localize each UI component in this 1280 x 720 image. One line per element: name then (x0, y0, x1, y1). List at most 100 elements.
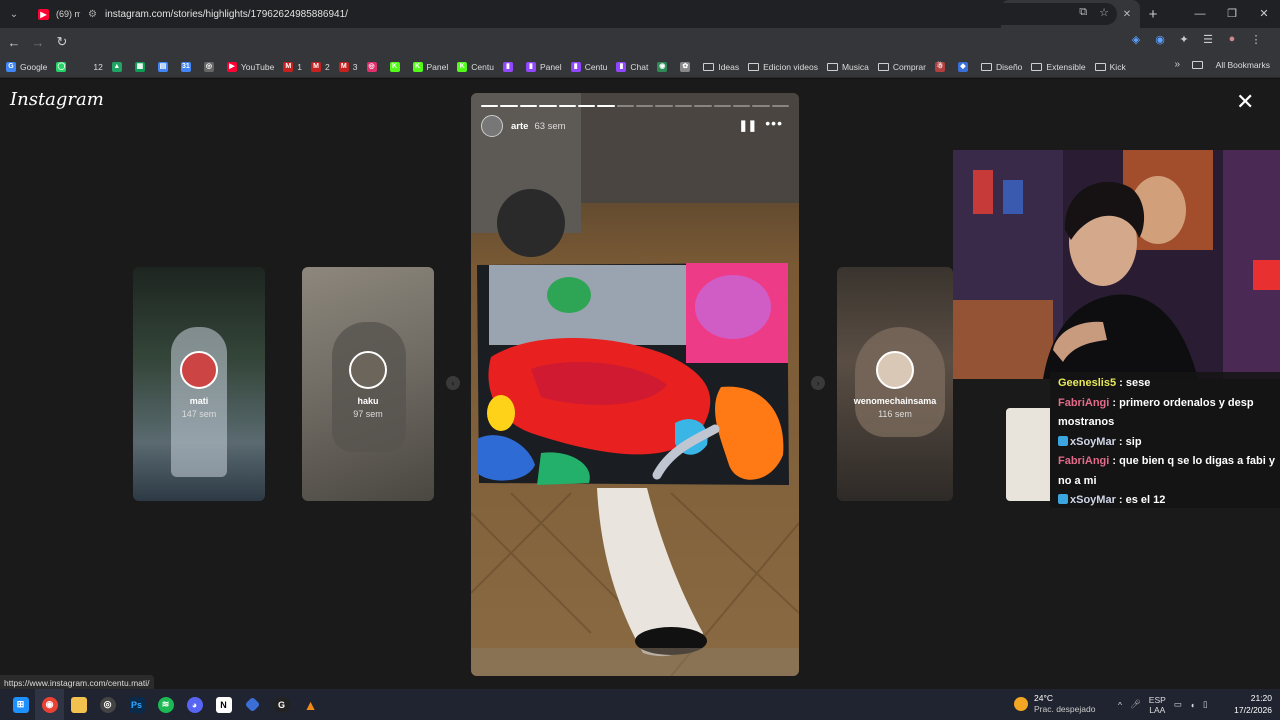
bookmark-item[interactable]: ▲ (111, 61, 126, 72)
previous-story-arrow[interactable]: ‹ (446, 376, 460, 390)
bookmark-item[interactable]: Musica (826, 61, 869, 72)
bookmark-item[interactable]: ▮ Panel (525, 61, 562, 72)
bookmark-item[interactable]: ◎ (203, 61, 218, 72)
side-story-haku[interactable]: haku 97 sem (302, 267, 434, 501)
taskbar-notion[interactable]: N (209, 689, 238, 720)
chat-message: xSoyMar : es el 12 (1058, 491, 1276, 511)
start-button[interactable]: ⊞ (6, 689, 35, 720)
taskbar-app-g[interactable]: G (267, 689, 296, 720)
bookmark-item[interactable]: ◉ (657, 61, 671, 72)
new-tab-button[interactable]: + (1140, 6, 1166, 23)
progress-segment (500, 105, 518, 107)
taskbar-obs[interactable]: ◎ (93, 689, 122, 720)
bookmark-item[interactable]: K (389, 61, 404, 72)
bookmark-label: Google (20, 61, 48, 72)
bookmark-item[interactable]: ▮ Chat (616, 61, 648, 72)
bookmark-item[interactable]: ✿ (680, 61, 694, 72)
bookmark-item[interactable]: Extensible (1031, 62, 1086, 72)
extensions-puzzle-icon[interactable]: ✦ (1172, 33, 1196, 46)
bookmark-item[interactable]: Comprar (877, 62, 926, 72)
bookmark-item[interactable]: ▤ (157, 61, 172, 72)
taskbar-app-diamond[interactable] (238, 689, 267, 720)
bookmark-item[interactable]: K Centu (457, 61, 494, 72)
bookmark-item[interactable]: ▦ (134, 61, 149, 72)
side-story-mati[interactable]: mati 147 sem (133, 267, 265, 501)
bookmark-item[interactable]: ▶ YouTube (226, 61, 274, 72)
bookmark-item[interactable]: ◎ (366, 61, 381, 72)
battery-icon[interactable]: ▯ (1203, 699, 1208, 710)
taskbar-explorer[interactable] (64, 689, 93, 720)
reload-button[interactable]: ↻ (50, 34, 74, 50)
restore-button[interactable]: ❐ (1216, 0, 1248, 28)
weather-desc: Prac. despejado (1034, 704, 1096, 714)
chat-separator: : (1115, 494, 1126, 506)
volume-icon[interactable]: ◖ (1190, 700, 1195, 710)
network-icon[interactable]: ▭ (1174, 699, 1182, 710)
tab-search-button[interactable]: ⌄ (0, 0, 28, 28)
bookmark-label: Kick (1109, 61, 1126, 72)
tab-close-icon[interactable]: ✕ (1120, 9, 1134, 20)
bookmark-favicon-icon: ✿ (680, 61, 691, 72)
minimize-button[interactable]: — (1184, 0, 1216, 28)
bookmark-item[interactable]: M2 (311, 61, 330, 72)
chrome-menu-icon[interactable]: ⋮ (1244, 33, 1268, 46)
bookmark-item[interactable]: Edicion videos (748, 62, 818, 72)
bookmark-item[interactable]: Ideas (703, 62, 739, 72)
bookmark-item[interactable]: ◯ (56, 61, 70, 72)
instagram-logo[interactable]: Instagram (10, 89, 104, 110)
bookmark-item[interactable]: 12 (79, 61, 103, 72)
tray-overflow-icon[interactable]: ^ (1118, 700, 1122, 710)
bookmark-item[interactable]: ▮ (502, 61, 517, 72)
bookmark-star-icon[interactable]: ☆ (1099, 6, 1109, 19)
bookmarks-overflow-icon[interactable]: » (1174, 59, 1180, 70)
close-window-button[interactable]: ✕ (1248, 0, 1280, 28)
microphone-icon[interactable]: 🎤︎ (1130, 699, 1141, 710)
bookmark-item[interactable]: ☃ (934, 61, 949, 72)
folder-icon (70, 696, 87, 713)
progress-segment (558, 105, 576, 107)
bookmark-item[interactable]: 31 (180, 61, 195, 72)
side-story-wenomechainsama[interactable]: wenomechainsama 116 sem (837, 267, 953, 501)
taskbar-discord[interactable]: ◕ (180, 689, 209, 720)
weather-widget[interactable]: 24°C Prac. despejado (1014, 693, 1095, 715)
bookmark-item[interactable]: Kick (1094, 61, 1126, 72)
bookmark-item[interactable]: ▮ Centu (570, 61, 607, 72)
bookmark-item[interactable]: K Panel (412, 61, 448, 72)
more-options-icon[interactable]: ••• (765, 115, 783, 131)
all-bookmarks-button[interactable]: All Bookmarks (1191, 60, 1270, 70)
chat-text: es el 12 (1125, 494, 1166, 506)
profile-avatar[interactable]: ● (1220, 33, 1244, 46)
extension-icon-2[interactable]: ◉ (1148, 33, 1172, 46)
bookmark-item[interactable]: Diseño (980, 62, 1022, 72)
story-author-name[interactable]: arte (511, 121, 528, 132)
next-story-arrow[interactable]: › (811, 376, 825, 390)
taskbar-chrome[interactable]: ◉ (35, 689, 64, 720)
pause-icon[interactable]: ❚❚ (739, 119, 757, 132)
story-author-avatar[interactable] (481, 115, 503, 137)
address-bar[interactable]: ⚙ instagram.com/stories/highlights/17962… (80, 3, 1117, 25)
side-story-partial[interactable] (1006, 408, 1050, 501)
taskbar-vlc[interactable]: ▲ (296, 689, 325, 720)
bookmark-label: Edicion videos (763, 61, 818, 72)
back-button[interactable]: ← (2, 35, 26, 50)
taskbar-photoshop[interactable]: Ps (122, 689, 151, 720)
address-url: instagram.com/stories/highlights/1796262… (104, 8, 348, 20)
media-controls-icon[interactable]: ☰ (1196, 33, 1220, 46)
site-info-icon[interactable]: ⚙ (88, 9, 97, 20)
language-indicator[interactable]: ESP LAA (1149, 695, 1166, 715)
bookmark-item[interactable]: ◆ (957, 61, 972, 72)
install-app-icon[interactable]: ⧉ (1079, 6, 1087, 19)
bookmark-item[interactable]: G Google (6, 61, 48, 72)
forward-button[interactable]: → (26, 35, 50, 50)
bookmark-item[interactable]: M3 (338, 61, 358, 72)
taskbar-spotify[interactable]: ≋ (151, 689, 180, 720)
story-time: 116 sem (878, 409, 912, 419)
progress-segment (577, 105, 596, 107)
system-clock[interactable]: 21:20 17/2/2026 (1234, 692, 1272, 716)
close-stories-icon[interactable]: ✕ (1236, 91, 1254, 113)
active-story[interactable]: arte 63 sem ❚❚ ••• (471, 93, 799, 676)
bookmark-item[interactable]: M1 (283, 61, 302, 72)
bookmark-favicon-icon: M (283, 61, 294, 72)
bookmark-label: Musica (841, 61, 869, 72)
extension-icon-1[interactable]: ◈ (1124, 33, 1148, 46)
